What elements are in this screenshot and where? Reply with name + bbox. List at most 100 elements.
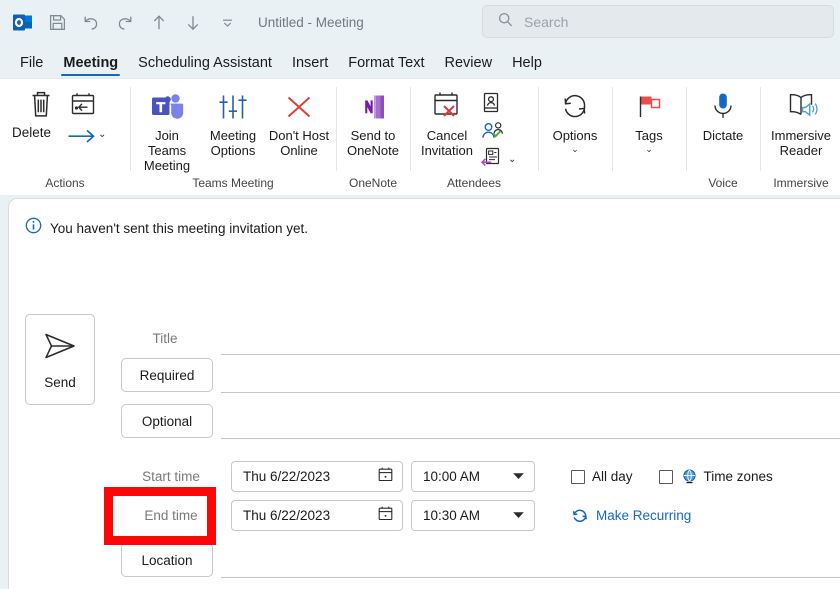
ribbon: Delete bbox=[0, 78, 840, 195]
optional-row: Optional bbox=[121, 403, 840, 439]
start-date-input[interactable]: Thu 6/22/2023 bbox=[231, 461, 403, 492]
customize-quick-access-toolbar-button[interactable] bbox=[210, 6, 244, 40]
location-input[interactable] bbox=[221, 542, 840, 578]
send-to-onenote-button[interactable]: Send to OneNote bbox=[340, 85, 406, 158]
options-chevron-down-icon[interactable]: ⌄ bbox=[571, 144, 579, 154]
tab-format-text[interactable]: Format Text bbox=[338, 55, 434, 78]
make-recurring-label: Make Recurring bbox=[596, 508, 691, 523]
all-day-label: All day bbox=[592, 469, 633, 484]
end-time-chevron-down-icon[interactable] bbox=[511, 507, 526, 525]
undo-button[interactable] bbox=[74, 6, 108, 40]
flag-icon bbox=[632, 88, 666, 126]
start-date-value: Thu 6/22/2023 bbox=[243, 469, 330, 484]
tab-review[interactable]: Review bbox=[435, 55, 503, 78]
save-button[interactable] bbox=[40, 6, 74, 40]
ribbon-group-voice: Dictate Voice bbox=[686, 79, 760, 195]
calendar-picker-icon[interactable] bbox=[377, 505, 394, 527]
start-time-row: Start time Thu 6/22/2023 10:00 AM bbox=[121, 461, 773, 492]
start-time-input[interactable]: 10:00 AM bbox=[411, 461, 535, 492]
required-attendees-input[interactable] bbox=[221, 357, 840, 393]
tags-chevron-down-icon[interactable]: ⌄ bbox=[645, 144, 653, 154]
next-item-button[interactable] bbox=[176, 6, 210, 40]
immersive-reader-icon bbox=[780, 88, 822, 126]
tags-button[interactable]: Tags ⌄ bbox=[616, 85, 682, 154]
dont-host-online-label: Don't Host Online bbox=[269, 128, 329, 158]
join-teams-meeting-label: Join Teams Meeting bbox=[135, 128, 199, 173]
response-options-icon[interactable] bbox=[480, 146, 502, 173]
immersive-reader-button[interactable]: Immersive Reader bbox=[764, 85, 838, 158]
ribbon-group-attendees: Cancel Invitation bbox=[410, 79, 538, 195]
ribbon-group-onenote: Send to OneNote OneNote bbox=[336, 79, 410, 195]
document-title: Untitled - Meeting bbox=[258, 15, 364, 30]
all-day-row[interactable]: All day bbox=[571, 469, 633, 484]
annotation-highlight-box bbox=[104, 487, 216, 545]
make-recurring-button[interactable]: Make Recurring bbox=[571, 507, 691, 525]
calendar-move-icon[interactable] bbox=[68, 91, 98, 124]
teams-icon bbox=[149, 88, 185, 126]
dont-host-online-button[interactable]: Don't Host Online bbox=[266, 85, 332, 158]
ribbon-group-label-onenote: OneNote bbox=[349, 175, 397, 195]
forward-arrow-icon[interactable] bbox=[66, 126, 98, 151]
response-options-row[interactable]: ⌄ bbox=[480, 145, 516, 173]
outlook-meeting-window: Untitled - Meeting Search File Meeting S… bbox=[0, 0, 840, 589]
title-input[interactable] bbox=[221, 321, 840, 355]
check-names-button[interactable] bbox=[480, 117, 506, 145]
ribbon-group-options: Options ⌄ bbox=[538, 79, 612, 195]
info-icon bbox=[25, 217, 42, 239]
title-bar: Untitled - Meeting Search bbox=[0, 0, 840, 45]
red-x-icon bbox=[282, 88, 316, 126]
tab-meeting[interactable]: Meeting bbox=[53, 55, 128, 78]
delete-button[interactable] bbox=[26, 88, 56, 125]
previous-item-button[interactable] bbox=[142, 6, 176, 40]
onenote-icon bbox=[356, 88, 390, 126]
dictate-label: Dictate bbox=[703, 128, 743, 143]
ribbon-group-label-teams-meeting: Teams Meeting bbox=[192, 175, 273, 195]
redo-button[interactable] bbox=[108, 6, 142, 40]
start-time-chevron-down-icon[interactable] bbox=[511, 468, 526, 486]
tab-file[interactable]: File bbox=[10, 55, 53, 78]
tab-insert[interactable]: Insert bbox=[282, 55, 338, 78]
join-teams-meeting-button[interactable]: Join Teams Meeting bbox=[134, 85, 200, 173]
ribbon-group-label-voice: Voice bbox=[708, 175, 737, 195]
ribbon-group-label-actions: Actions bbox=[45, 175, 84, 195]
send-to-onenote-label: Send to OneNote bbox=[347, 128, 399, 158]
tab-help[interactable]: Help bbox=[502, 55, 552, 78]
location-row: Location bbox=[121, 542, 840, 578]
end-time-input[interactable]: 10:30 AM bbox=[411, 500, 535, 531]
optional-button[interactable]: Optional bbox=[121, 404, 213, 438]
immersive-reader-label: Immersive Reader bbox=[771, 128, 831, 158]
location-button[interactable]: Location bbox=[121, 543, 213, 577]
more-actions-chevron-down-icon[interactable]: ⌄ bbox=[98, 129, 106, 140]
options-button[interactable]: Options ⌄ bbox=[542, 85, 608, 154]
address-book-button[interactable] bbox=[480, 89, 502, 117]
tags-label: Tags bbox=[635, 128, 662, 143]
ribbon-group-label-attendees: Attendees bbox=[447, 175, 501, 195]
recurrence-icon bbox=[571, 507, 589, 525]
title-label: Title bbox=[117, 331, 213, 346]
required-row: Required bbox=[121, 357, 840, 393]
tab-scheduling-assistant[interactable]: Scheduling Assistant bbox=[128, 55, 282, 78]
all-day-checkbox[interactable] bbox=[571, 470, 585, 484]
ribbon-group-label-immersive: Immersive bbox=[773, 175, 828, 195]
cancel-invitation-button[interactable]: Cancel Invitation bbox=[414, 85, 480, 158]
cancel-invitation-label: Cancel Invitation bbox=[421, 128, 473, 158]
optional-attendees-input[interactable] bbox=[221, 403, 840, 439]
start-time-label: Start time bbox=[121, 469, 221, 484]
meeting-options-button[interactable]: Meeting Options bbox=[200, 85, 266, 158]
send-plane-icon bbox=[40, 330, 80, 367]
attendees-chevron-down-icon[interactable]: ⌄ bbox=[508, 154, 516, 165]
time-zones-row[interactable]: Time zones bbox=[659, 468, 773, 485]
ribbon-group-tags: Tags ⌄ bbox=[612, 79, 686, 195]
title-row: Title bbox=[117, 321, 840, 355]
search-input-placeholder: Search bbox=[524, 14, 568, 30]
time-zones-checkbox[interactable] bbox=[659, 470, 673, 484]
globe-icon bbox=[681, 468, 698, 485]
end-date-input[interactable]: Thu 6/22/2023 bbox=[231, 500, 403, 531]
send-button-label: Send bbox=[44, 375, 76, 390]
dictate-button[interactable]: Dictate bbox=[690, 85, 756, 143]
send-button[interactable]: Send bbox=[25, 314, 95, 405]
required-button[interactable]: Required bbox=[121, 358, 213, 392]
recurrence-circle-icon bbox=[557, 88, 593, 126]
search-box[interactable]: Search bbox=[482, 5, 834, 38]
calendar-picker-icon[interactable] bbox=[377, 466, 394, 488]
